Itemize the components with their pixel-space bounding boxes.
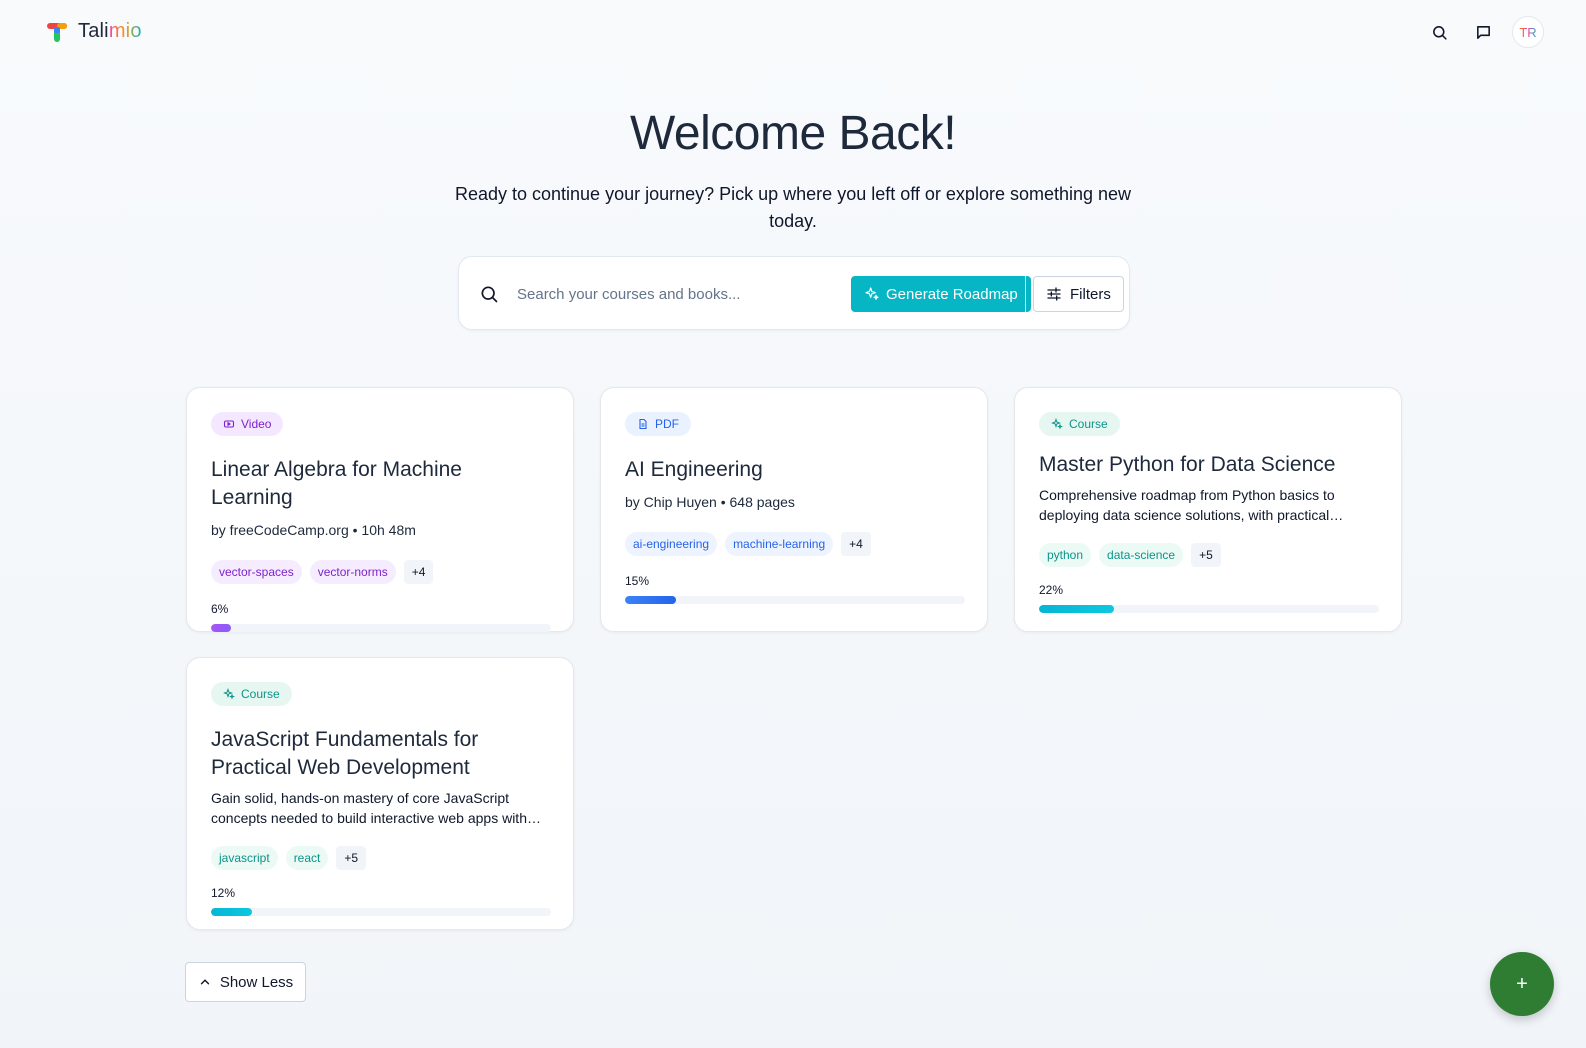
- add-content-fab[interactable]: +: [1490, 952, 1554, 1016]
- card-title: Master Python for Data Science: [1039, 453, 1336, 476]
- progress-label: 6%: [211, 602, 229, 616]
- search-input[interactable]: [517, 279, 837, 309]
- content-card[interactable]: Course JavaScript Fundamentals for Pract…: [186, 657, 574, 930]
- type-badge: Course: [1039, 412, 1120, 436]
- tag[interactable]: vector-norms: [309, 560, 396, 584]
- tag[interactable]: javascript: [211, 846, 278, 870]
- progress-bar: [211, 908, 551, 916]
- sparkles-icon: [865, 287, 879, 300]
- hero-section: Welcome Back! Ready to continue your jou…: [0, 106, 1586, 235]
- card-meta: by freeCodeCamp.org • 10h 48m: [211, 522, 416, 538]
- progress-fill: [1039, 605, 1114, 613]
- content-card[interactable]: Video Linear Algebra for Machine Learnin…: [186, 387, 574, 632]
- more-tags-badge[interactable]: +5: [1191, 543, 1221, 567]
- progress-bar: [625, 596, 965, 604]
- progress-label: 15%: [625, 574, 650, 588]
- progress-fill: [211, 908, 252, 916]
- top-bar: Talimio TR: [0, 0, 1586, 64]
- talimio-logo-icon: [47, 22, 67, 42]
- tag[interactable]: react: [285, 846, 329, 870]
- filters-label: Filters: [1070, 285, 1111, 303]
- progress-label: 22%: [1039, 583, 1064, 597]
- user-avatar[interactable]: TR: [1512, 16, 1544, 48]
- card-description: Comprehensive roadmap from Python basics…: [1039, 487, 1344, 523]
- tag[interactable]: ai-engineering: [625, 532, 718, 556]
- tag[interactable]: vector-spaces: [211, 560, 302, 584]
- type-badge: PDF: [625, 412, 691, 436]
- filters-button[interactable]: Filters: [1033, 276, 1124, 312]
- page-title: Welcome Back!: [629, 107, 957, 160]
- tag[interactable]: data-science: [1099, 543, 1184, 567]
- sliders-icon: [1047, 287, 1061, 301]
- plus-icon: +: [1516, 972, 1528, 995]
- more-tags-badge[interactable]: +4: [841, 532, 871, 556]
- more-tags-badge[interactable]: +4: [403, 560, 434, 584]
- chat-icon: [1476, 25, 1490, 39]
- sparkles-icon: [1051, 418, 1063, 430]
- tag-list: ai-engineering machine-learning +4: [625, 532, 963, 556]
- search-divider: [1025, 276, 1026, 312]
- search-icon: [481, 286, 498, 303]
- card-title: AI Engineering: [625, 458, 763, 481]
- generate-roadmap-label: Generate Roadmap: [886, 285, 1018, 303]
- type-badge: Video: [211, 412, 284, 436]
- generate-roadmap-button[interactable]: Generate Roadmap: [851, 276, 1031, 312]
- type-badge: Course: [211, 682, 292, 706]
- header-actions: TR: [1424, 16, 1544, 48]
- content-card[interactable]: Course Master Python for Data Science Co…: [1014, 387, 1402, 632]
- tag-list: vector-spaces vector-norms +4: [211, 560, 549, 584]
- card-title: Linear Algebra for Machine Learning: [211, 458, 462, 509]
- progress-label: 12%: [211, 886, 236, 900]
- tag-list: python data-science +5: [1039, 543, 1377, 567]
- tag-list: javascript react +5: [211, 846, 549, 870]
- chat-button[interactable]: [1468, 17, 1498, 47]
- card-description: Gain solid, hands-on mastery of core Jav…: [211, 790, 541, 826]
- progress-fill: [625, 596, 676, 604]
- document-icon: [639, 418, 647, 430]
- video-icon: [223, 420, 235, 428]
- card-title: JavaScript Fundamentals for Practical We…: [211, 728, 479, 779]
- sparkles-icon: [223, 688, 235, 700]
- tag[interactable]: machine-learning: [725, 532, 834, 556]
- show-less-label: Show Less: [219, 973, 294, 991]
- search-icon: [1432, 25, 1447, 40]
- card-meta: by Chip Huyen • 648 pages: [625, 494, 795, 510]
- app-name: Talimio: [78, 20, 142, 42]
- progress-fill: [211, 624, 232, 632]
- app-logo[interactable]: Talimio: [46, 20, 142, 43]
- progress-bar: [211, 624, 551, 632]
- more-tags-badge[interactable]: +5: [336, 846, 367, 870]
- chevron-up-icon: [200, 979, 210, 985]
- show-less-button[interactable]: Show Less: [185, 962, 306, 1002]
- search-panel: Generate Roadmap Filters: [458, 256, 1130, 330]
- content-card[interactable]: PDF AI Engineering by Chip Huyen • 648 p…: [600, 387, 988, 632]
- page-subtitle: Ready to continue your journey? Pick up …: [454, 184, 1132, 231]
- tag[interactable]: python: [1039, 543, 1092, 567]
- progress-bar: [1039, 605, 1379, 613]
- header-search-button[interactable]: [1424, 17, 1454, 47]
